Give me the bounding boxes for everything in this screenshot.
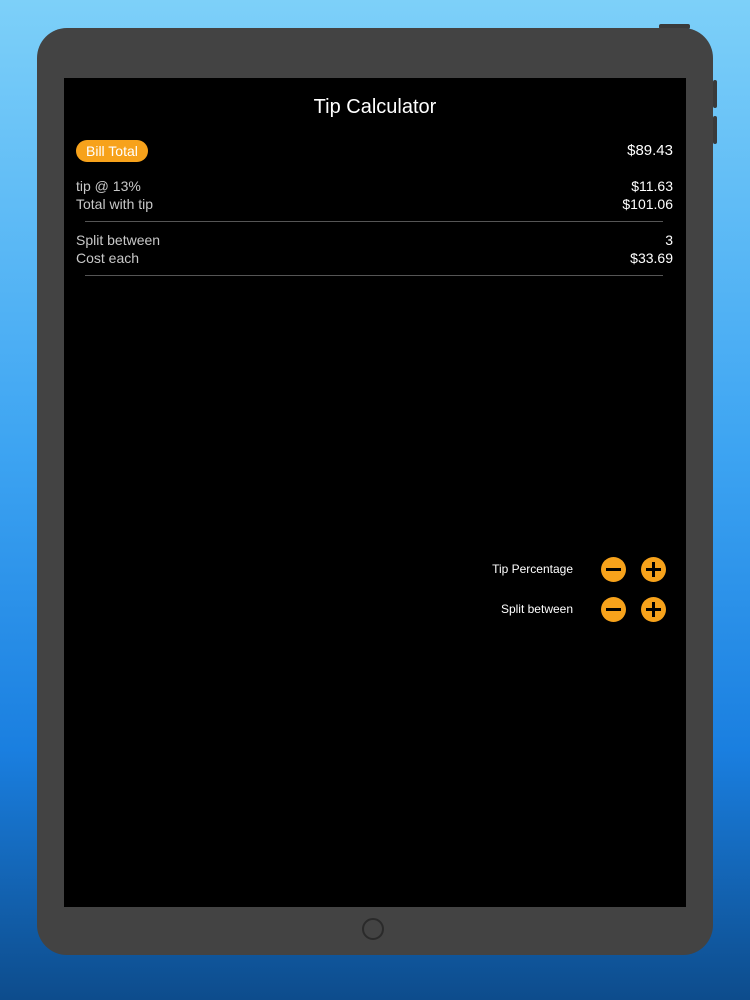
tip-label: tip @ 13% (76, 178, 141, 194)
divider (85, 221, 663, 222)
bill-total-button[interactable]: Bill Total (76, 140, 148, 162)
total-value: $101.06 (622, 196, 673, 212)
volume-down-button (713, 116, 717, 144)
total-label: Total with tip (76, 196, 154, 212)
split-decrease-button[interactable] (601, 597, 626, 622)
volume-up-button (713, 80, 717, 108)
app-screen: Tip Calculator Bill Total $89.43 tip @ 1… (64, 78, 686, 907)
tip-decrease-button[interactable] (601, 557, 626, 582)
total-row: Total with tip $101.06 (76, 196, 673, 214)
cost-each-value: $33.69 (630, 250, 673, 266)
bill-total-value: $89.43 (627, 142, 673, 159)
split-row: Split between 3 (76, 232, 673, 250)
divider (85, 275, 663, 276)
tip-percentage-control: Tip Percentage (486, 557, 666, 583)
split-between-label: Split between (500, 602, 573, 616)
cost-each-label: Cost each (76, 250, 140, 266)
cost-each-row: Cost each $33.69 (76, 250, 673, 268)
split-value: 3 (665, 232, 673, 248)
minus-icon (606, 608, 621, 611)
minus-icon (606, 568, 621, 571)
tip-increase-button[interactable] (641, 557, 666, 582)
home-button[interactable] (362, 918, 384, 940)
split-increase-button[interactable] (641, 597, 666, 622)
split-between-control: Split between (486, 597, 666, 623)
tip-value: $11.63 (631, 178, 673, 194)
tip-percentage-label: Tip Percentage (492, 562, 573, 576)
split-label: Split between (76, 232, 161, 248)
page-title: Tip Calculator (313, 96, 437, 118)
tip-row: tip @ 13% $11.63 (76, 178, 673, 196)
